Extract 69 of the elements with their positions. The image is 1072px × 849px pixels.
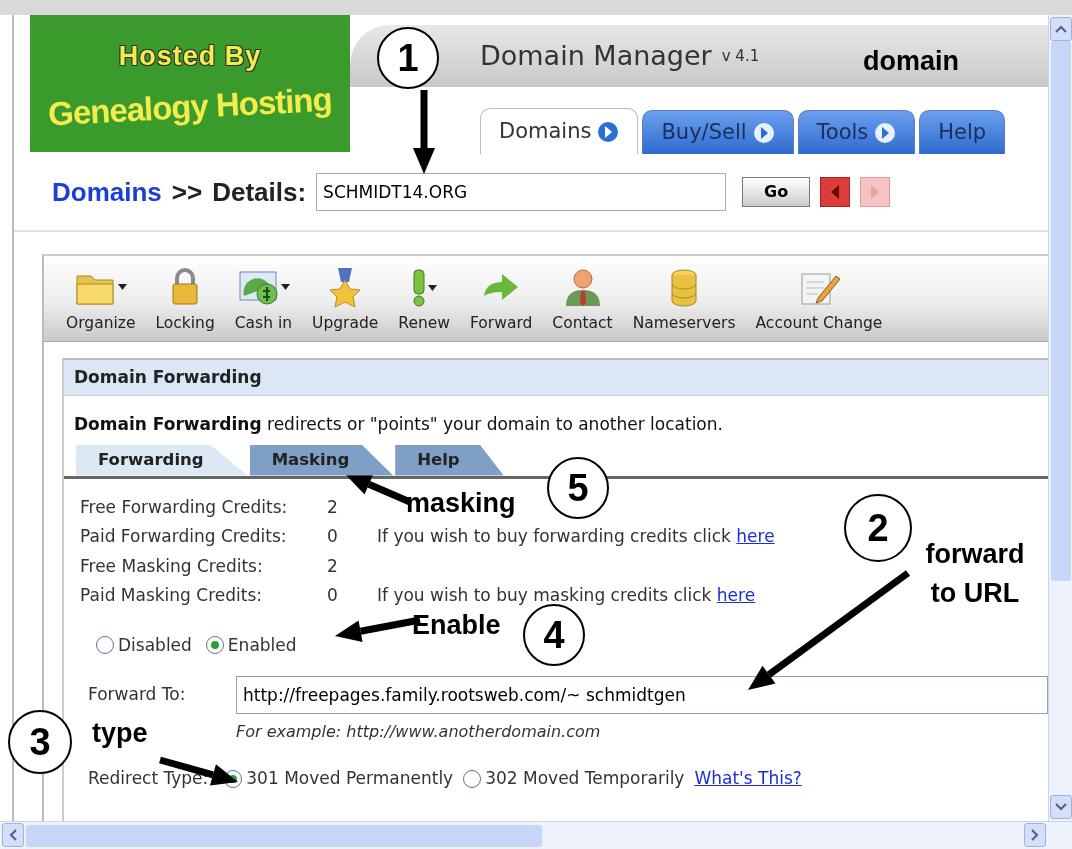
callout-number: 2 [844,494,912,562]
description-text: Domain Forwarding redirects or "points" your domain to another location. [73,413,724,436]
credit-label: Paid Masking Credits: [80,584,263,607]
example-text: For example: http://www.anotherdomain.com [236,721,601,743]
chevron-left-icon [9,829,17,841]
credit-value: 0 [327,584,339,607]
credit-value: 0 [327,525,339,548]
nav-tab[interactable]: Tools [797,110,916,154]
app-title: Domain Manager [480,38,712,73]
toolbar-button[interactable]: Nameservers [622,265,746,335]
details-label: Details: [212,175,307,209]
callout-label: domain [863,45,959,78]
credit-label: Free Masking Credits: [80,554,264,578]
toolbar-button[interactable]: Renew [388,267,460,335]
go-button[interactable]: Go [742,177,811,207]
callout-label: Enable [412,609,501,642]
toolbar-button[interactable]: Organize [56,265,146,335]
breadcrumb-separator: >> [171,175,203,209]
nav-tab[interactable]: Domains [480,108,639,154]
domain-field[interactable]: SCHMIDT14.ORG [316,173,727,211]
radio-option[interactable]: 302 Moved Temporarily [463,766,685,792]
scroll-left-button[interactable] [2,823,24,847]
toolbar-button[interactable]: Account Change [745,265,893,335]
sub-tab[interactable]: Forwarding [76,444,248,476]
toolbar-button[interactable]: Cash in [224,265,303,335]
redirect-type-label: Redirect Type: [88,767,209,790]
chevron-up-icon [1055,25,1067,33]
here-link[interactable]: here [736,526,775,546]
nav-tab[interactable]: Buy/Sell [642,110,794,154]
logo-text: Hosted By [118,39,262,73]
help-link[interactable]: What's This? [694,766,802,792]
radio-option[interactable]: Disabled [96,632,192,658]
callout-number: 3 [8,710,72,774]
toolbar-button[interactable]: Locking [145,265,225,335]
version-label: v 4.1 [721,45,760,67]
previous-button[interactable] [820,177,851,207]
credit-note: If you wish to buy masking credits click [377,585,713,605]
scroll-right-button[interactable] [1024,823,1046,847]
left-triangle-icon [829,184,842,200]
logo-text: Genealogy Hosting [47,79,333,135]
toolbar-button[interactable]: Contact [542,265,623,335]
url-field[interactable]: http://freepages.family.rootsweb.com/~ schmidtgen [236,676,1048,714]
credit-value: 2 [327,495,339,519]
scroll-up-button[interactable] [1050,17,1072,41]
vertical-scrollbar[interactable] [1048,15,1072,821]
nav-tab[interactable]: Help [919,110,1006,154]
sub-tab[interactable]: Help [395,444,504,476]
radio-option[interactable]: Enabled [205,632,297,658]
scroll-down-button[interactable] [1050,795,1072,819]
credit-note: If you wish to buy forwarding credits click [377,526,732,546]
callout-label: masking [406,487,516,520]
here-link[interactable]: here [716,585,756,605]
exclamation-icon [411,267,426,308]
horizontal-scrollbar[interactable] [0,821,1072,849]
credit-label: Free Forwarding Credits: [80,495,289,519]
toolbar-button[interactable]: Upgrade [302,265,389,335]
breadcrumb-link[interactable]: Domains [52,172,162,212]
section-header: Domain Forwarding [64,360,1048,396]
forward-to-label: Forward To: [88,683,187,707]
sub-tab[interactable]: Masking [249,444,394,476]
callout-number: 4 [523,604,585,666]
toolbar-button[interactable]: Forward [460,265,543,335]
callout-number: 5 [547,457,609,519]
chevron-down-icon [1055,803,1067,811]
credit-label: Paid Forwarding Credits: [80,525,288,548]
callout-label: type [92,717,148,750]
chevron-right-icon [1031,829,1039,841]
callout-label: forward to URL [924,538,1026,611]
credit-value: 2 [327,554,339,578]
